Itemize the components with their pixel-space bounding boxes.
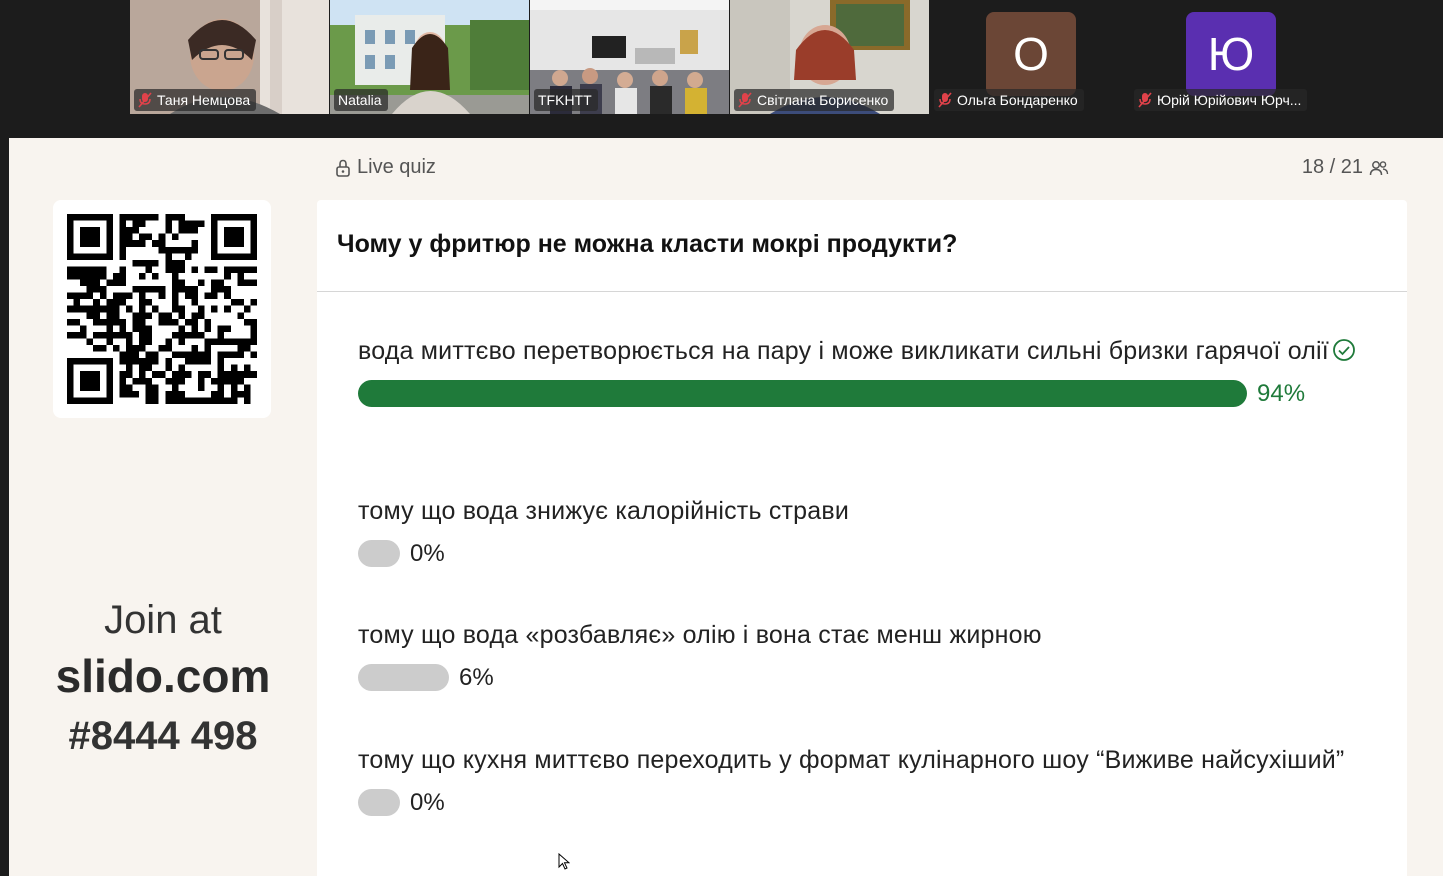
result-bar <box>358 664 449 691</box>
participant-name-tag: Юрій Юрійович Юрч... <box>1134 89 1308 111</box>
event-code: #8444 498 <box>68 714 258 758</box>
muted-mic-icon <box>1138 92 1152 108</box>
divider <box>317 291 1407 292</box>
participant-tile[interactable]: Таня Немцова <box>130 0 329 114</box>
lock-icon <box>336 159 350 177</box>
join-label: Join at <box>104 598 222 642</box>
participant-count: 18 / 21 <box>1301 156 1363 178</box>
participant-name-tag: TFKHTT <box>534 89 598 111</box>
result-percent: 0% <box>410 789 445 816</box>
participant-tile[interactable]: Ю Юрій Юрійович Юрч... <box>1130 0 1329 114</box>
poll-mode: Live quiz <box>335 156 436 179</box>
participant-name: Natalia <box>338 92 382 108</box>
participant-name-tag: Natalia <box>334 89 388 111</box>
poll-question: Чому у фритюр не можна класти мокрі прод… <box>337 230 958 258</box>
screen: Таня Немцова Natalia TFKHTT Світлана Бор… <box>0 0 1443 876</box>
people-icon <box>1369 160 1389 175</box>
muted-mic-icon <box>938 92 952 108</box>
join-info: Join at slido.com #8444 498 <box>9 596 317 764</box>
slido-presentation: Join at slido.com #8444 498 Live quiz 18… <box>9 138 1443 876</box>
poll-card: Чому у фритюр не можна класти мокрі прод… <box>317 200 1407 876</box>
qr-code-image <box>67 214 257 404</box>
result-bar-row: 6% <box>358 663 1368 693</box>
avatar: Ю <box>1186 12 1276 96</box>
participant-tile[interactable]: TFKHTT <box>530 0 729 114</box>
poll-option: тому що вода знижує калорійність страви … <box>358 494 1368 569</box>
result-bar <box>358 789 400 816</box>
join-panel: Join at slido.com #8444 498 <box>9 138 317 876</box>
mouse-cursor-icon <box>558 853 570 870</box>
participant-name-tag: Ольга Бондаренко <box>934 89 1084 111</box>
participant-tile-active[interactable]: Natalia <box>330 0 529 114</box>
participant-tile[interactable]: Світлана Борисенко <box>730 0 929 114</box>
result-bar <box>358 380 1247 407</box>
poll-option-text: тому що вода «розбавляє» олію і вона ста… <box>358 621 1042 649</box>
result-bar <box>358 540 400 567</box>
result-bar-row: 0% <box>358 539 1368 569</box>
poll-option-text: вода миттєво перетворюється на пару і мо… <box>358 334 1368 369</box>
muted-mic-icon <box>138 92 152 108</box>
poll-header: Live quiz 18 / 21 <box>335 156 1389 182</box>
participant-strip: Таня Немцова Natalia TFKHTT Світлана Бор… <box>0 0 1443 136</box>
muted-mic-icon <box>738 92 752 108</box>
poll-mode-label: Live quiz <box>357 156 436 178</box>
participant-name-tag: Таня Немцова <box>134 89 257 111</box>
correct-check-icon <box>1333 339 1355 361</box>
poll-option: тому що вода «розбавляє» олію і вона ста… <box>358 618 1368 693</box>
poll-option-text: тому що кухня миттєво переходить у форма… <box>358 746 1345 774</box>
result-percent: 0% <box>410 540 445 567</box>
participant-name: Таня Немцова <box>157 92 251 108</box>
poll-option: вода миттєво перетворюється на пару і мо… <box>358 334 1368 409</box>
participant-tile[interactable]: О Ольга Бондаренко <box>930 0 1129 114</box>
result-percent: 94% <box>1257 380 1306 407</box>
participant-name: Юрій Юрійович Юрч... <box>1157 92 1302 108</box>
qr-code <box>53 200 271 418</box>
join-domain: slido.com <box>55 650 271 702</box>
poll-option-text: тому що вода знижує калорійність страви <box>358 497 850 525</box>
participant-name: Ольга Бондаренко <box>957 92 1078 108</box>
result-bar-row: 0% <box>358 788 1368 818</box>
participant-name: Світлана Борисенко <box>757 92 889 108</box>
result-percent: 6% <box>459 664 494 691</box>
participant-name-tag: Світлана Борисенко <box>734 89 895 111</box>
participant-counter: 18 / 21 <box>1302 156 1389 179</box>
result-bar-row: 94% <box>358 379 1368 409</box>
poll-option: тому що кухня миттєво переходить у форма… <box>358 743 1368 818</box>
avatar: О <box>986 12 1076 96</box>
participant-name: TFKHTT <box>538 92 592 108</box>
